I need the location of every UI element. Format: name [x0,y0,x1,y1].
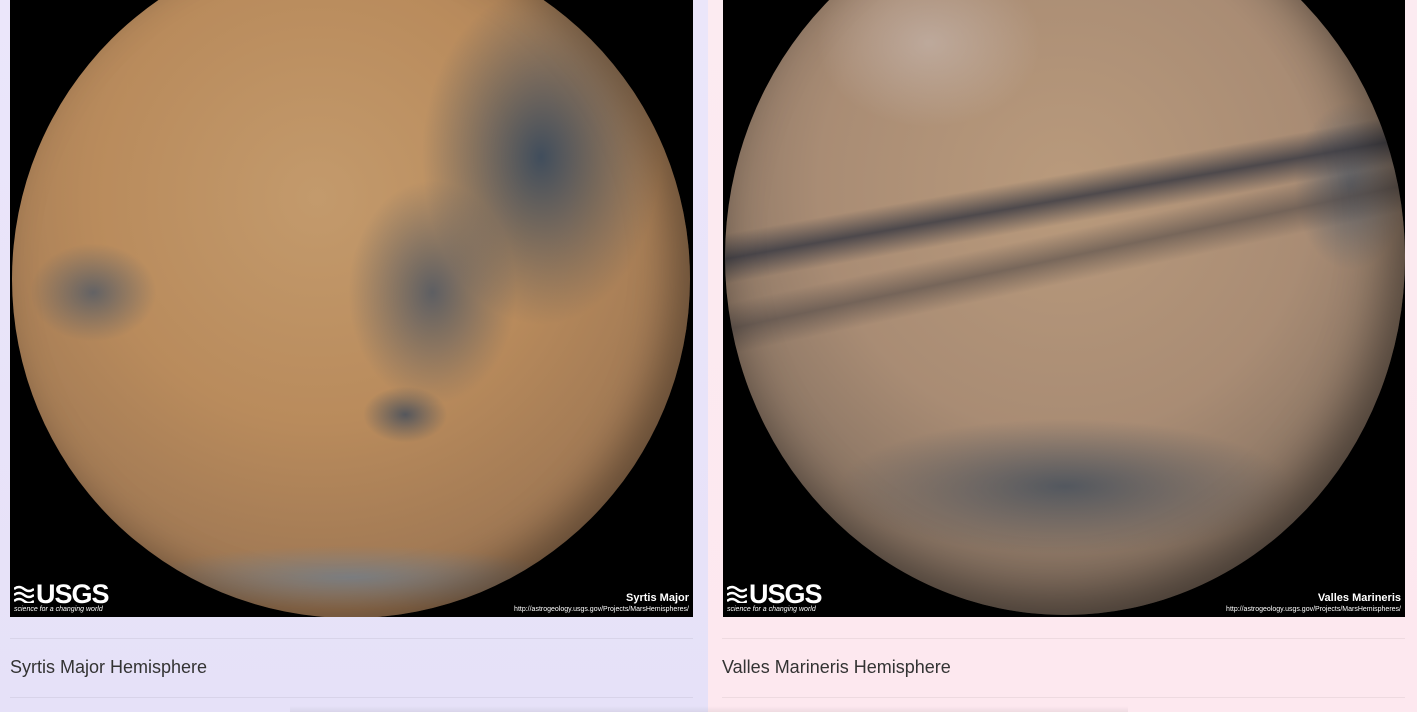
usgs-logo: USGS science for a changing world [14,579,110,614]
divider [722,638,1405,639]
hemisphere-image[interactable]: USGS science for a changing world Syrtis… [10,0,693,617]
usgs-logo: USGS science for a changing world [727,579,823,614]
image-caption: Syrtis Major http://astrogeology.usgs.go… [514,592,689,614]
image-caption: Valles Marineris http://astrogeology.usg… [1226,592,1401,614]
hemisphere-title[interactable]: Valles Marineris Hemisphere [722,657,951,678]
usgs-waves-icon [727,585,747,603]
hemisphere-card-syrtis-major: USGS science for a changing world Syrtis… [0,0,708,712]
hemisphere-title[interactable]: Syrtis Major Hemisphere [10,657,207,678]
card-shadow [290,706,708,712]
divider [10,638,693,639]
usgs-tagline: science for a changing world [14,606,103,613]
divider [722,697,1405,698]
image-caption-url: http://astrogeology.usgs.gov/Projects/Ma… [1226,606,1401,613]
image-caption-url: http://astrogeology.usgs.gov/Projects/Ma… [514,606,689,613]
hemisphere-image[interactable]: USGS science for a changing world Valles… [723,0,1405,617]
card-shadow [708,706,1128,712]
image-caption-name: Syrtis Major [626,592,689,604]
divider [10,697,693,698]
mars-globe-image [725,0,1405,615]
usgs-tagline: science for a changing world [727,606,816,613]
image-caption-name: Valles Marineris [1317,592,1401,604]
usgs-logo-text: USGS [749,579,823,609]
hemisphere-card-valles-marineris: USGS science for a changing world Valles… [708,0,1417,712]
usgs-waves-icon [14,585,34,603]
mars-globe-image [12,0,690,617]
usgs-logo-text: USGS [36,579,110,609]
